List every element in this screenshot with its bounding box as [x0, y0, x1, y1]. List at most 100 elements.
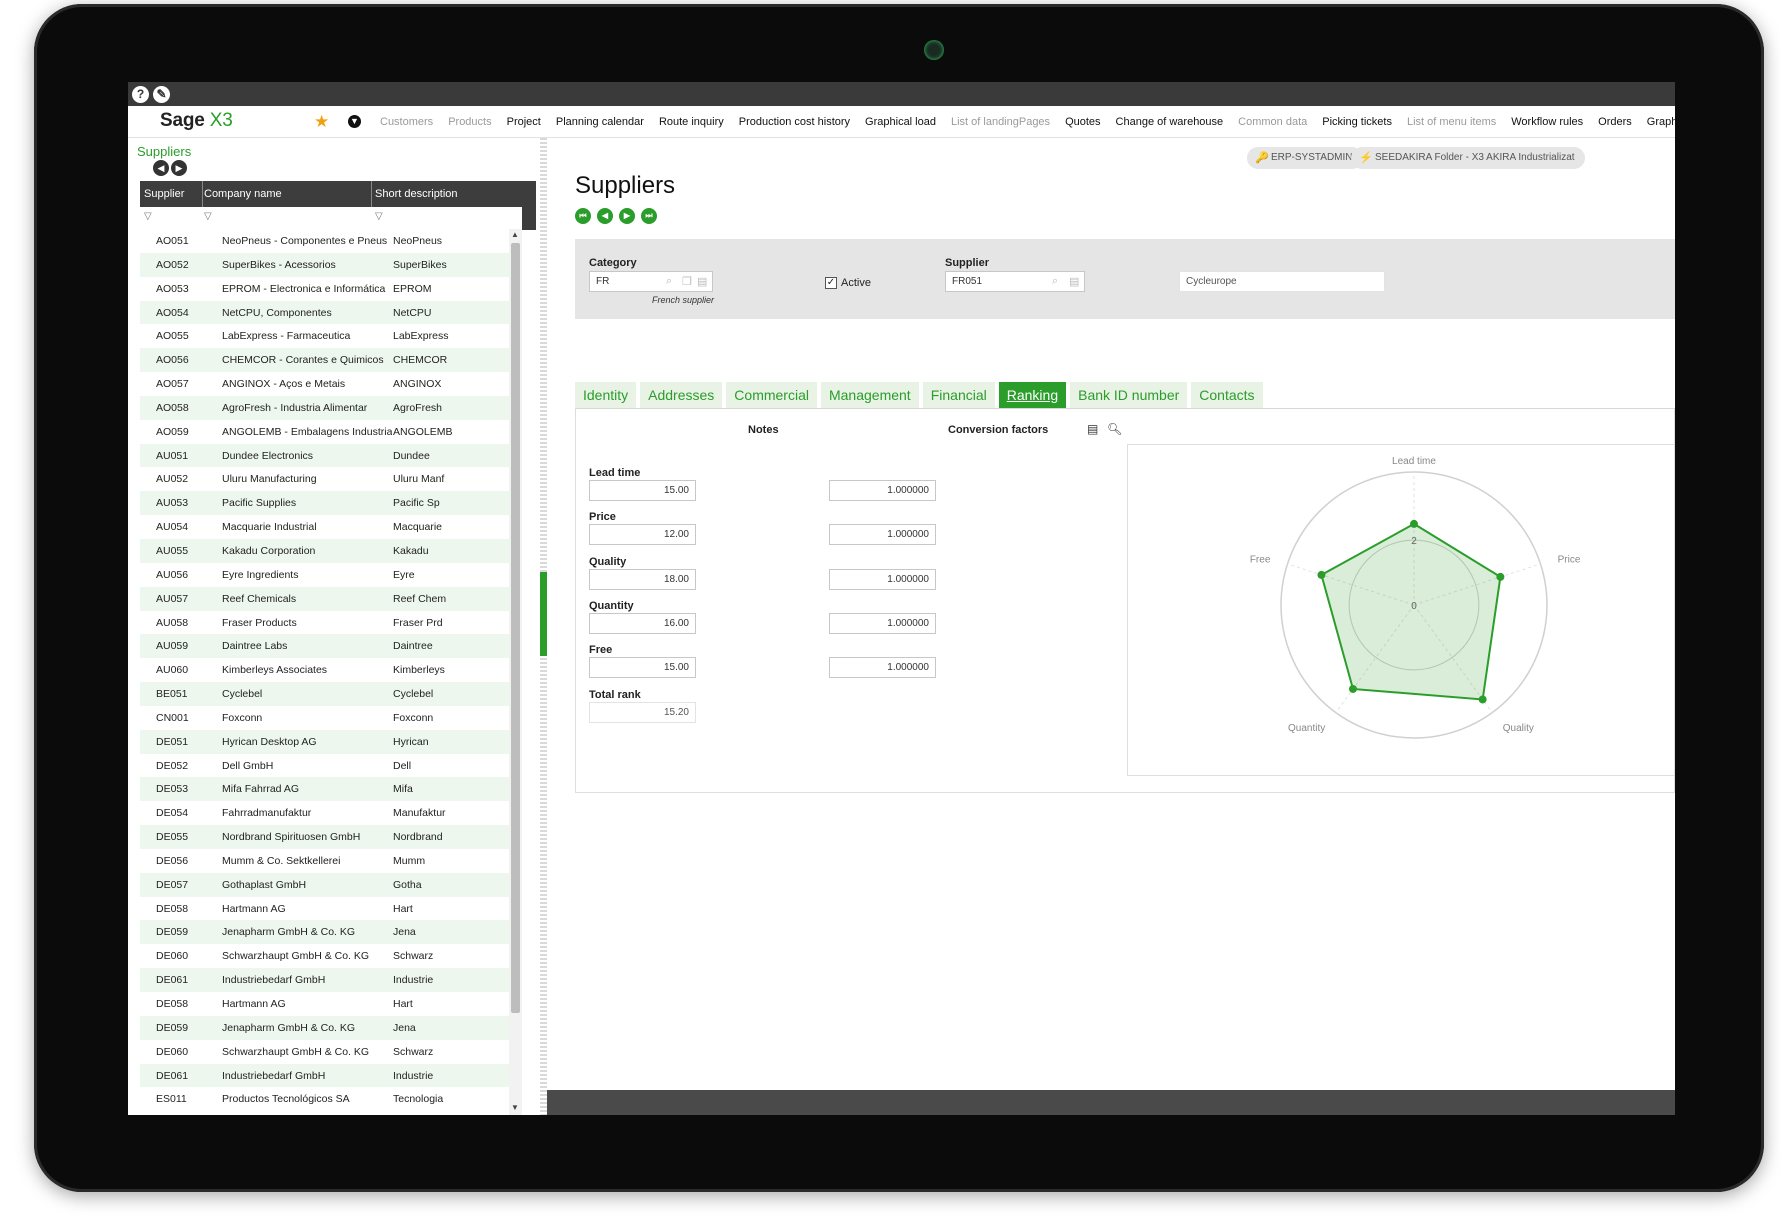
- table-row[interactable]: AO051 NeoPneus - Componentes e Pneus NeoPn…: [140, 229, 509, 253]
- table-row[interactable]: DE061 Industriebedarf GmbH Industrie: [140, 968, 509, 992]
- table-row[interactable]: DE051 Hyrican Desktop AG Hyrican: [140, 729, 509, 754]
- filter-icon[interactable]: ▽: [144, 211, 154, 222]
- quantity-note-field[interactable]: 16.00: [589, 612, 696, 634]
- table-row[interactable]: AU058 Fraser Products Fraser Prd: [140, 611, 509, 635]
- menu-item[interactable]: Products: [448, 116, 491, 128]
- column-header-short[interactable]: Short description: [375, 188, 458, 200]
- category-field[interactable]: FR ⌕ ❐ ▤: [589, 271, 713, 292]
- search-icon[interactable]: ⌕: [1052, 275, 1058, 288]
- table-row[interactable]: AO052 SuperBikes - Acessorios SuperBikes: [140, 252, 509, 277]
- table-row[interactable]: AU060 Kimberleys Associates Kimberleys: [140, 658, 509, 682]
- table-row[interactable]: AO059 ANGOLEMB - Embalagens Industriais AN…: [140, 420, 509, 444]
- table-row[interactable]: DE053 Mifa Fahrrad AG Mifa: [140, 777, 509, 802]
- menu-item[interactable]: Graphical load: [865, 116, 936, 128]
- menu-item[interactable]: Common data: [1238, 116, 1307, 128]
- scroll-down-icon[interactable]: ▼: [511, 1103, 519, 1112]
- scrollbar[interactable]: ▲ ▼: [509, 229, 522, 1115]
- table-row[interactable]: ES011 Productos Tecnológicos SA Tecnologia: [140, 1087, 509, 1111]
- price-factor-field[interactable]: 1.000000: [829, 524, 936, 546]
- table-view-icon[interactable]: ▤: [1087, 422, 1098, 436]
- next-icon[interactable]: ▶: [171, 160, 187, 176]
- prev-record-icon[interactable]: ◀: [597, 208, 613, 224]
- table-row[interactable]: DE058 Hartmann AG Hart: [140, 897, 509, 921]
- quantity-factor-field[interactable]: 1.000000: [829, 612, 936, 634]
- menu-item[interactable]: List of menu items: [1407, 116, 1496, 128]
- table-row[interactable]: AU059 Daintree Labs Daintree: [140, 634, 509, 659]
- menu-item[interactable]: Production cost history: [739, 116, 850, 128]
- quality-note-field[interactable]: 18.00: [589, 568, 696, 590]
- table-row[interactable]: CN001 Foxconn Foxconn: [140, 706, 509, 730]
- tab-ranking[interactable]: Ranking: [998, 382, 1067, 408]
- star-icon[interactable]: ★: [314, 112, 329, 132]
- search-icon[interactable]: ⌕: [666, 275, 672, 288]
- table-row[interactable]: DE059 Jenapharm GmbH & Co. KG Jena: [140, 920, 509, 945]
- user-chip[interactable]: 🔑 ERP-SYSTADMIN: [1247, 147, 1363, 169]
- table-row[interactable]: AO053 EPROM - Electronica e Informática EP…: [140, 277, 509, 301]
- folder-chip[interactable]: ⚡ SEEDAKIRA Folder - X3 AKIRA Industriali…: [1351, 147, 1585, 169]
- table-row[interactable]: AU055 Kakadu Corporation Kakadu: [140, 538, 509, 563]
- tab-addresses[interactable]: Addresses: [640, 382, 723, 408]
- list-icon[interactable]: ▤: [697, 275, 707, 288]
- free-note-field[interactable]: 15.00: [589, 657, 696, 679]
- table-row[interactable]: AO058 AgroFresh - Industria Alimentar Agro…: [140, 395, 509, 420]
- table-row[interactable]: AU054 Macquarie Industrial Macquarie: [140, 515, 509, 539]
- table-row[interactable]: DE054 Fahrradmanufaktur Manufaktur: [140, 801, 509, 825]
- lead-time-note-field[interactable]: 15.00: [589, 480, 696, 501]
- table-row[interactable]: AO054 NetCPU, Componentes NetCPU: [140, 300, 509, 325]
- prev-icon[interactable]: ◀: [153, 160, 169, 176]
- menu-item[interactable]: Quotes: [1065, 116, 1100, 128]
- table-row[interactable]: DE055 Nordbrand Spirituosen GmbH Nordbrand: [140, 825, 509, 849]
- tab-bank-id-number[interactable]: Bank ID number: [1070, 382, 1188, 408]
- table-row[interactable]: AO056 CHEMCOR - Corantes e Quimicos CHEMCO…: [140, 348, 509, 373]
- table-row[interactable]: DE056 Mumm & Co. Sektkellerei Mumm: [140, 849, 509, 873]
- price-note-field[interactable]: 12.00: [589, 524, 696, 546]
- copy-icon[interactable]: ❐: [682, 275, 692, 288]
- table-row[interactable]: AU057 Reef Chemicals Reef Chem: [140, 586, 509, 611]
- menu-item[interactable]: Workflow rules: [1511, 116, 1583, 128]
- table-row[interactable]: DE060 Schwarzhaupt GmbH & Co. KG Schwarz: [140, 1040, 509, 1064]
- table-row[interactable]: AU051 Dundee Electronics Dundee: [140, 443, 509, 468]
- list-icon[interactable]: ▤: [1069, 275, 1079, 288]
- pen-icon[interactable]: ✎: [153, 86, 170, 103]
- lead-time-factor-field[interactable]: 1.000000: [829, 480, 936, 501]
- tab-financial[interactable]: Financial: [922, 382, 995, 408]
- table-row[interactable]: AU053 Pacific Supplies Pacific Sp: [140, 491, 509, 516]
- menu-item[interactable]: Change of warehouse: [1116, 116, 1224, 128]
- table-row[interactable]: DE059 Jenapharm GmbH & Co. KG Jena: [140, 1015, 509, 1040]
- table-row[interactable]: DE052 Dell GmbH Dell: [140, 754, 509, 778]
- menu-item[interactable]: Planning calendar: [556, 116, 644, 128]
- tab-management[interactable]: Management: [820, 382, 919, 408]
- menu-item[interactable]: Graphical query tool: [1647, 116, 1675, 128]
- table-row[interactable]: DE058 Hartmann AG Hart: [140, 992, 509, 1016]
- next-record-icon[interactable]: ▶: [619, 208, 635, 224]
- chevron-down-icon[interactable]: ▼: [348, 115, 361, 128]
- tab-contacts[interactable]: Contacts: [1191, 382, 1263, 408]
- last-record-icon[interactable]: ⏭: [641, 208, 657, 224]
- help-icon[interactable]: ?: [132, 86, 149, 103]
- scroll-up-icon[interactable]: ▲: [511, 230, 519, 239]
- table-row[interactable]: AO055 LabExpress - Farmaceutica LabExpress: [140, 324, 509, 348]
- table-row[interactable]: AU056 Eyre Ingredients Eyre: [140, 563, 509, 587]
- table-row[interactable]: BE051 Cyclebel Cyclebel: [140, 682, 509, 706]
- filter-icon[interactable]: ▽: [204, 211, 214, 222]
- filter-icon[interactable]: ▽: [375, 211, 385, 222]
- tab-commercial[interactable]: Commercial: [726, 382, 817, 408]
- table-row[interactable]: AU052 Uluru Manufacturing Uluru Manf: [140, 467, 509, 491]
- table-row[interactable]: AO057 ANGINOX - Aços e Metais ANGINOX: [140, 372, 509, 396]
- supplier-field[interactable]: FR051 ⌕ ▤: [945, 271, 1085, 292]
- free-factor-field[interactable]: 1.000000: [829, 657, 936, 679]
- table-row[interactable]: DE061 Industriebedarf GmbH Industrie: [140, 1063, 509, 1088]
- quality-factor-field[interactable]: 1.000000: [829, 568, 936, 590]
- first-record-icon[interactable]: ⏮: [575, 208, 591, 224]
- table-row[interactable]: DE060 Schwarzhaupt GmbH & Co. KG Schwarz: [140, 944, 509, 968]
- active-checkbox[interactable]: ✓: [825, 277, 837, 289]
- tab-identity[interactable]: Identity: [575, 382, 637, 408]
- scrollbar-thumb[interactable]: [511, 243, 520, 1013]
- table-row[interactable]: DE057 Gothaplast GmbH Gotha: [140, 872, 509, 897]
- menu-item[interactable]: Orders: [1598, 116, 1632, 128]
- menu-item[interactable]: List of landingPages: [951, 116, 1050, 128]
- magnifier-icon[interactable]: 🔍︎: [1107, 422, 1122, 436]
- menu-item[interactable]: Project: [507, 116, 541, 128]
- menu-item[interactable]: Picking tickets: [1322, 116, 1392, 128]
- column-header-company[interactable]: Company name: [204, 188, 282, 200]
